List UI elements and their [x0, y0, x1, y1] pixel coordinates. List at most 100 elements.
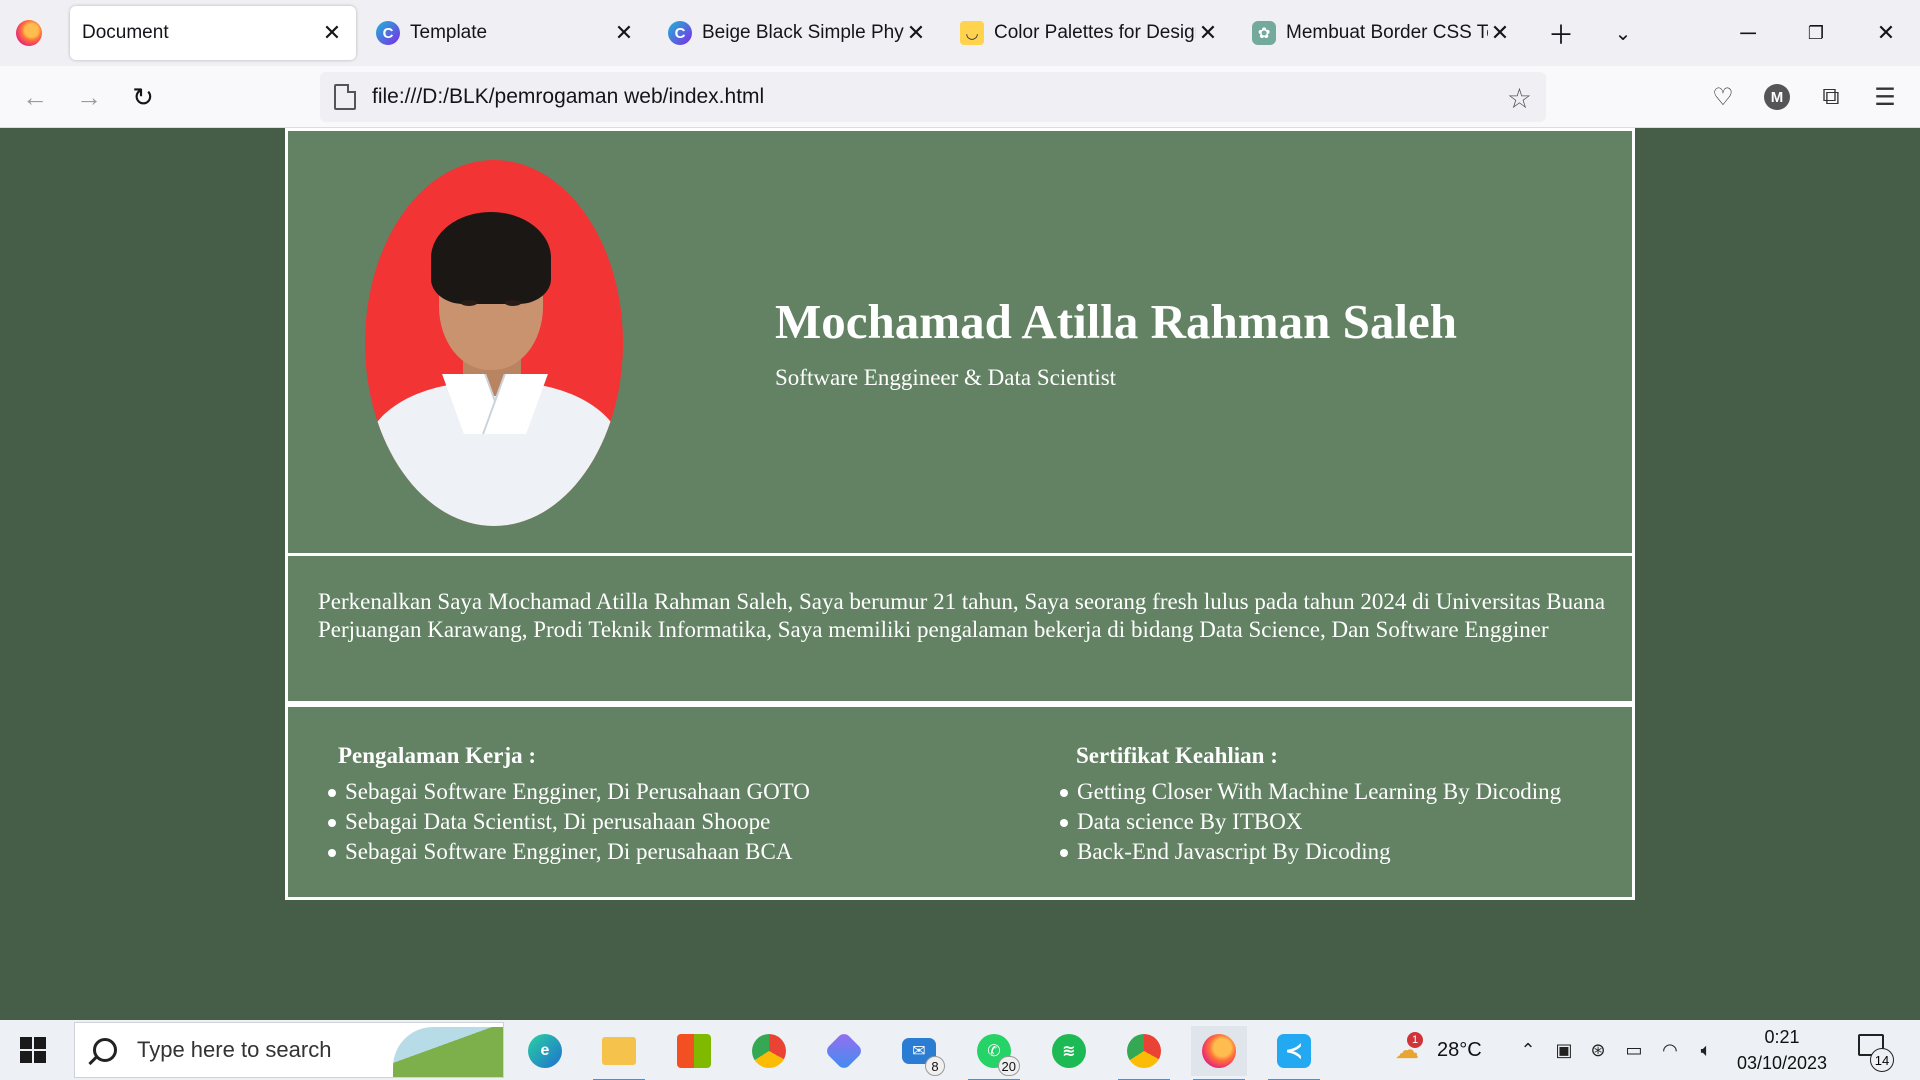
bookmark-star-icon[interactable]: ☆	[1507, 82, 1532, 115]
browser-tab-bar: Document ✕ C Template ✕ C Beige Black Si…	[0, 0, 1920, 66]
hamburger-menu-icon[interactable]: ☰	[1868, 80, 1902, 114]
clock-time: 0:21	[1764, 1027, 1800, 1047]
intro-paragraph: Perkenalkan Saya Mochamad Atilla Rahman …	[318, 589, 1606, 642]
url-text[interactable]: file:///D:/BLK/pemrogaman web/index.html	[372, 85, 764, 109]
details-section: Pengalaman Kerja : Sebagai Software Engg…	[285, 704, 1635, 900]
search-icon	[93, 1038, 117, 1062]
search-highlight-image	[393, 1027, 503, 1077]
edge-app-button[interactable]: e	[517, 1026, 573, 1076]
new-tab-icon[interactable]: ＋	[1546, 18, 1576, 50]
edge-icon: e	[528, 1034, 562, 1068]
page-viewport: Mochamad Atilla Rahman Saleh Software En…	[0, 128, 1920, 1020]
tab-beige-black[interactable]: C Beige Black Simple Physici ✕	[656, 6, 940, 60]
system-clock[interactable]: 0:21 03/10/2023	[1730, 1024, 1834, 1076]
vscode-icon: ≺	[1277, 1034, 1311, 1068]
spotify-icon: ≋	[1052, 1034, 1086, 1068]
close-tab-icon[interactable]: ✕	[1488, 20, 1512, 45]
profile-photo	[365, 160, 623, 526]
list-item: Getting Closer With Machine Learning By …	[1060, 777, 1561, 807]
copilot-icon	[824, 1031, 864, 1071]
address-bar[interactable]: file:///D:/BLK/pemrogaman web/index.html…	[320, 72, 1546, 122]
file-icon	[334, 84, 356, 110]
certificates-column: Sertifikat Keahlian : Getting Closer Wit…	[1036, 743, 1561, 867]
list-item: Back-End Javascript By Dicoding	[1060, 837, 1561, 867]
photo-eye-left	[461, 300, 477, 306]
vscode-app-button[interactable]: ≺	[1266, 1026, 1322, 1080]
certificates-list: Getting Closer With Machine Learning By …	[1060, 777, 1561, 867]
weather-alert-badge: 1	[1407, 1032, 1423, 1048]
tab-title: Document	[82, 22, 169, 43]
forward-arrow-icon[interactable]: →	[72, 80, 106, 114]
minimize-icon[interactable]: ─	[1728, 16, 1768, 50]
battery-icon[interactable]: ▭	[1622, 1038, 1646, 1062]
tab-document[interactable]: Document ✕	[70, 6, 356, 60]
tab-template[interactable]: C Template ✕	[364, 6, 648, 60]
avatar: M	[1764, 84, 1790, 110]
taskbar-search-input[interactable]: Type here to search	[74, 1022, 504, 1078]
chrome-icon	[1127, 1034, 1161, 1068]
canva-icon: C	[668, 21, 692, 45]
browser-navigation-bar: ← → ↻ file:///D:/BLK/pemrogaman web/inde…	[0, 66, 1920, 128]
folder-icon	[602, 1037, 636, 1065]
chevron-up-icon[interactable]: ⌃	[1516, 1038, 1540, 1062]
firefox-icon	[1202, 1034, 1236, 1068]
pocket-icon[interactable]: ♡	[1706, 80, 1740, 114]
profile-container: Mochamad Atilla Rahman Saleh Software En…	[285, 128, 1635, 900]
defender-icon[interactable]: ⊛	[1586, 1038, 1610, 1062]
tab-membuat-border[interactable]: ✿ Membuat Border CSS Tena ✕	[1240, 6, 1524, 60]
chrome-profile-app-button[interactable]	[1116, 1026, 1172, 1080]
restore-icon[interactable]: ❐	[1796, 16, 1836, 50]
file-explorer-app-button[interactable]	[591, 1026, 647, 1080]
close-tab-icon[interactable]: ✕	[612, 20, 636, 45]
photo-hair	[431, 212, 551, 304]
canva-icon: C	[376, 21, 400, 45]
windows-taskbar: Type here to search e ✉ 8 ✆ 20 ≋ ≺ ☁ 1 2…	[0, 1020, 1920, 1080]
experience-list: Sebagai Software Engginer, Di Perusahaan…	[328, 777, 810, 867]
store-app-button[interactable]	[666, 1026, 722, 1076]
back-arrow-icon[interactable]: ←	[18, 80, 52, 114]
wifi-icon[interactable]: ◠	[1658, 1038, 1682, 1062]
spotify-app-button[interactable]: ≋	[1041, 1026, 1097, 1076]
close-tab-icon[interactable]: ✕	[320, 20, 344, 45]
list-item: Sebagai Software Engginer, Di Perusahaan…	[328, 777, 810, 807]
profile-name: Mochamad Atilla Rahman Saleh	[775, 294, 1457, 349]
chrome-icon	[752, 1034, 786, 1068]
list-tabs-chevron-down-icon[interactable]: ⌄	[1608, 18, 1638, 48]
palette-icon: ◡	[960, 21, 984, 45]
reload-icon[interactable]: ↻	[126, 80, 160, 114]
windows-start-icon[interactable]	[20, 1037, 46, 1063]
window-close-icon[interactable]: ✕	[1866, 16, 1906, 50]
temperature-text[interactable]: 28°C	[1437, 1020, 1482, 1080]
chatgpt-icon: ✿	[1252, 21, 1276, 45]
firefox-app-button[interactable]	[1191, 1026, 1247, 1080]
account-button[interactable]: M	[1760, 80, 1794, 114]
chrome-app-button[interactable]	[741, 1026, 797, 1076]
whatsapp-app-button[interactable]: ✆ 20	[966, 1026, 1022, 1080]
notification-center-icon[interactable]: 14	[1858, 1034, 1894, 1072]
tab-title: Beige Black Simple Physici	[702, 22, 904, 43]
certificates-heading: Sertifikat Keahlian :	[1076, 743, 1278, 768]
experience-heading: Pengalaman Kerja :	[338, 743, 537, 768]
volume-icon[interactable]: 🔈︎	[1694, 1038, 1718, 1062]
search-placeholder: Type here to search	[137, 1037, 332, 1062]
firefox-logo-icon[interactable]	[16, 20, 42, 46]
copilot-app-button[interactable]	[816, 1026, 872, 1076]
mail-app-button[interactable]: ✉ 8	[891, 1026, 947, 1076]
tab-title: Color Palettes for Designe	[994, 22, 1196, 43]
clock-date: 03/10/2023	[1736, 1053, 1828, 1073]
tab-title: Membuat Border CSS Tena	[1286, 22, 1488, 43]
meet-now-icon[interactable]: ▣	[1552, 1038, 1576, 1062]
store-icon	[677, 1034, 711, 1068]
close-tab-icon[interactable]: ✕	[904, 20, 928, 45]
extensions-puzzle-icon[interactable]: ⧉	[1814, 80, 1848, 114]
list-item: Sebagai Software Engginer, Di perusahaan…	[328, 837, 810, 867]
intro-section: Perkenalkan Saya Mochamad Atilla Rahman …	[285, 556, 1635, 704]
mail-badge: 8	[925, 1056, 945, 1076]
notification-count: 14	[1870, 1048, 1894, 1072]
tab-color-palettes[interactable]: ◡ Color Palettes for Designe ✕	[948, 6, 1232, 60]
experience-column: Pengalaman Kerja : Sebagai Software Engg…	[288, 743, 810, 867]
close-tab-icon[interactable]: ✕	[1196, 20, 1220, 45]
tab-title: Template	[410, 22, 488, 43]
list-item: Data science By ITBOX	[1060, 807, 1561, 837]
profile-header: Mochamad Atilla Rahman Saleh Software En…	[285, 128, 1635, 556]
